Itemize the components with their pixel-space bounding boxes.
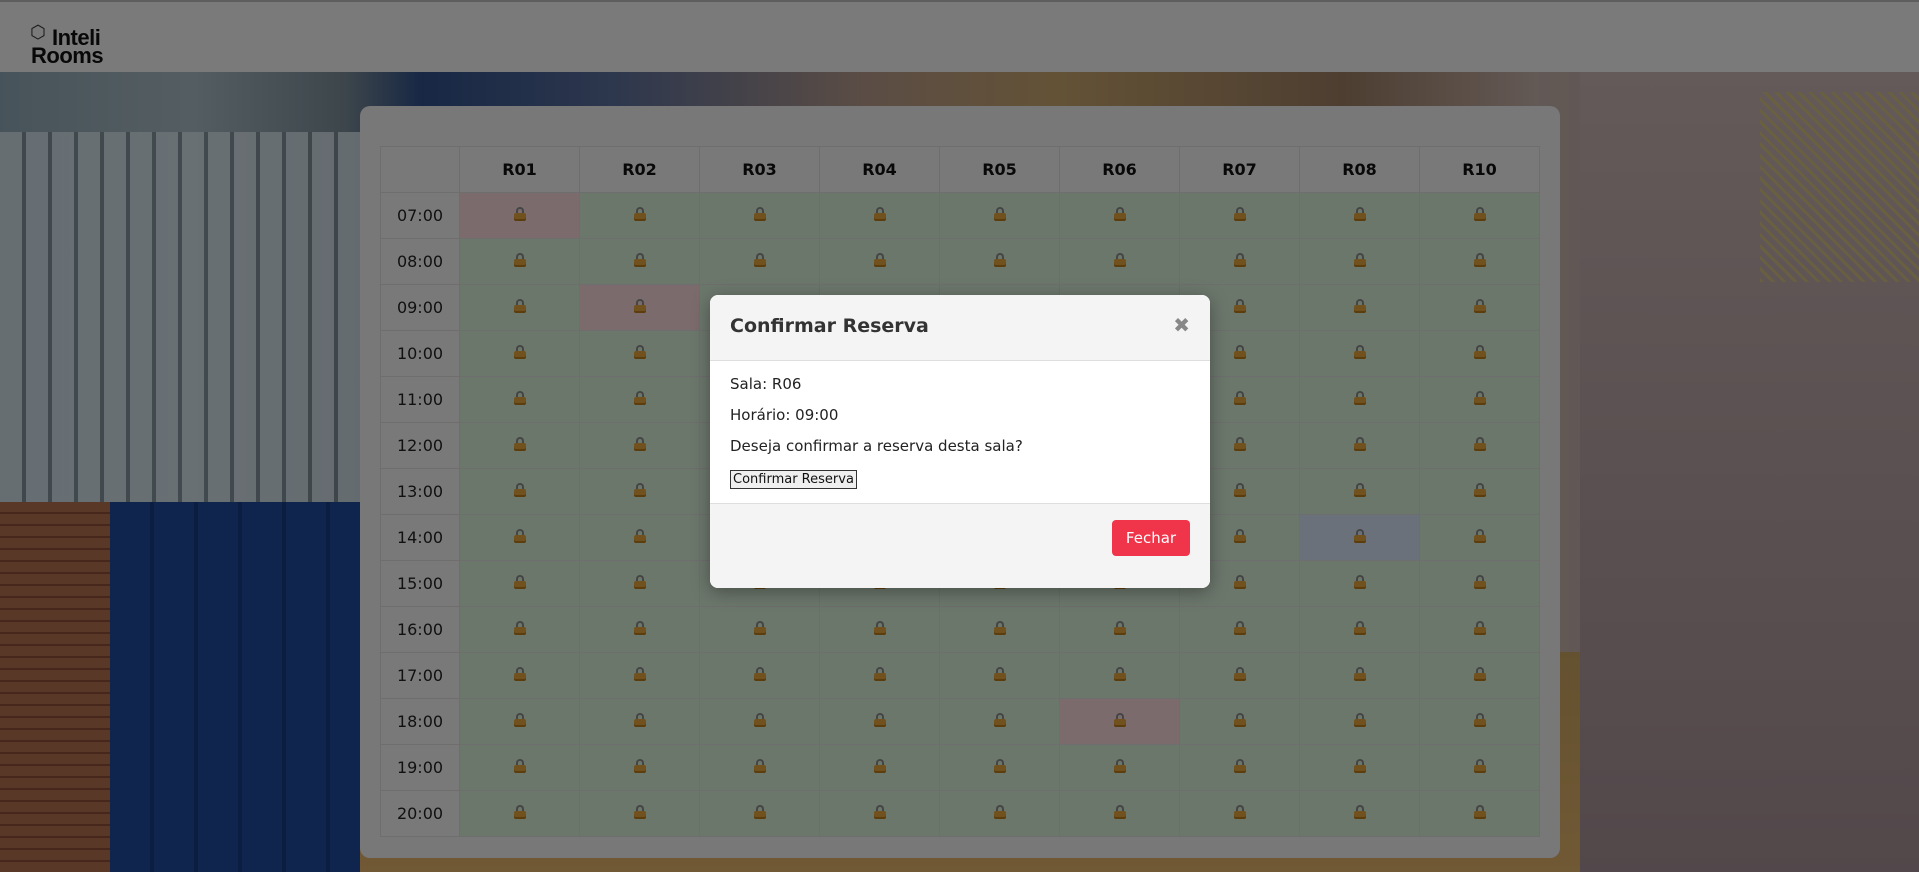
confirm-reservation-modal: Confirmar Reserva ✖ Sala: R06 Horário: 0… <box>710 295 1210 588</box>
room-info: Sala: R06 <box>730 375 802 393</box>
confirmation-question: Deseja confirmar a reserva desta sala? <box>730 437 1023 455</box>
modal-body: Sala: R06 Horário: 09:00 Deseja confirma… <box>710 361 1210 503</box>
modal-header: Confirmar Reserva ✖ <box>710 295 1210 361</box>
close-button[interactable]: Fechar <box>1112 520 1190 556</box>
time-info: Horário: 09:00 <box>730 406 839 424</box>
close-icon[interactable]: ✖ <box>1173 313 1190 337</box>
confirm-reservation-button[interactable]: Confirmar Reserva <box>730 470 857 489</box>
modal-title: Confirmar Reserva <box>730 315 929 337</box>
modal-footer: Fechar <box>710 503 1210 588</box>
